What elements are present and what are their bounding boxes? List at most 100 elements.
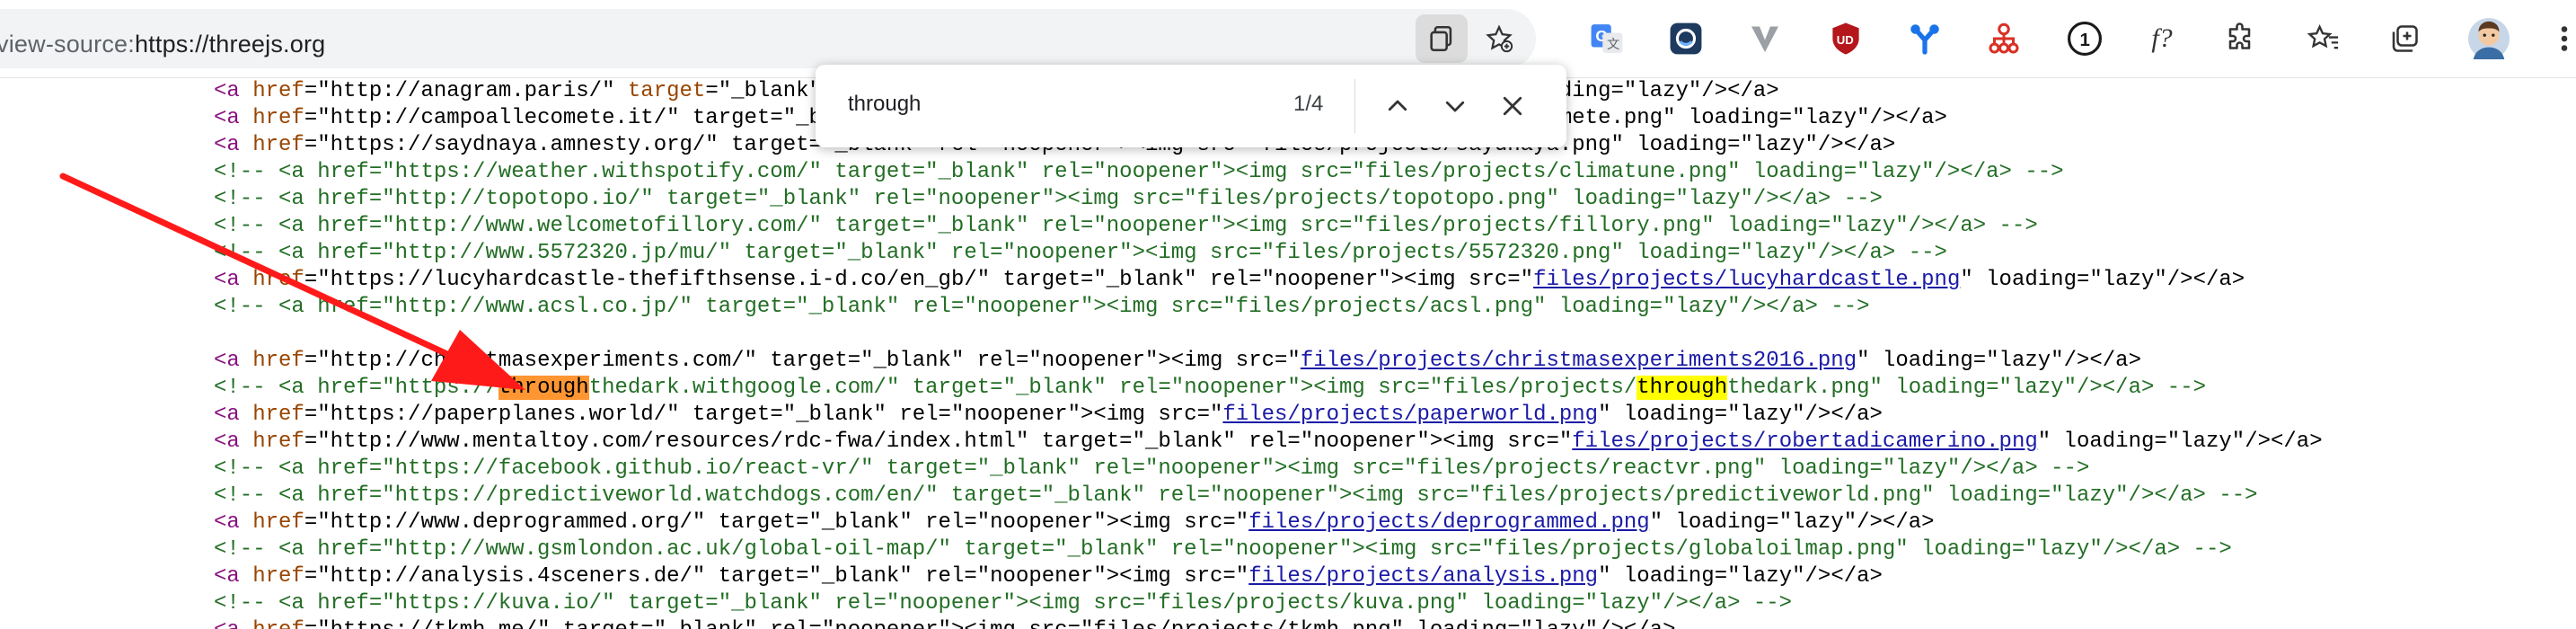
source-token: <a (214, 564, 253, 589)
source-link[interactable]: files/projects/deprogrammed.png (1248, 510, 1649, 535)
source-token: ="http://www.deprogrammed.org/" target="… (304, 510, 1249, 535)
source-token: <!-- <a href="http://www.gsmlondon.ac.uk… (214, 537, 2232, 562)
search-highlight: through (498, 376, 589, 400)
source-line: <!-- <a href="https://throughthedark.wit… (214, 375, 2206, 402)
source-line: <!-- <a href="https://predictiveworld.wa… (214, 483, 2258, 509)
source-token: <a (214, 618, 252, 629)
source-link[interactable]: files/projects/christmasexperiments2016.… (1301, 349, 1857, 373)
password-ext-text: 1 (2079, 30, 2089, 50)
source-token: href (252, 349, 304, 373)
source-token: href (252, 430, 304, 454)
source-token: href (252, 106, 304, 130)
source-token: " loading="lazy"/></a> (1857, 349, 2141, 373)
source-token: <a (214, 403, 253, 427)
find-match-count: 1/4 (1293, 92, 1324, 116)
source-line: <!-- <a href="http://www.gsmlondon.ac.uk… (214, 536, 2232, 563)
source-token: " loading="lazy"/></a> (2037, 430, 2323, 454)
source-token: " loading="lazy"/></a> (1598, 403, 1883, 427)
source-token: " loading="lazy"/></a> (1598, 564, 1883, 589)
source-token: <a (214, 510, 253, 535)
source-token: <!-- <a href="https://weather.withspotif… (214, 160, 2064, 184)
source-token: ="http://www.mentaltoy.com/resources/rdc… (304, 430, 1573, 454)
source-line: <!-- <a href="https://weather.withspotif… (214, 159, 2064, 186)
source-link[interactable]: files/projects/lucyhardcastle.png (1533, 268, 1960, 292)
source-token: ="https://tkmh.me/" target="_blank" rel=… (304, 618, 1676, 629)
source-token: href (252, 510, 304, 535)
source-line: <a href="http://www.deprogrammed.org/" t… (214, 509, 1935, 536)
source-line: <a href="https://tkmh.me/" target="_blan… (214, 617, 1675, 629)
more-icon[interactable] (2553, 20, 2576, 58)
address-url[interactable]: view-source:https://threejs.org (0, 31, 325, 58)
source-token: <a (214, 430, 253, 454)
source-view: <a href="http://anagram.paris/" target="… (0, 77, 2576, 629)
find-input[interactable] (848, 92, 1171, 117)
search-highlight: through (1636, 376, 1728, 400)
source-token: ="https://paperplanes.world/" target="_b… (304, 403, 1223, 427)
source-token: target (627, 79, 706, 103)
v-ext-icon[interactable] (1746, 20, 1784, 58)
source-line: <a href="https://paperplanes.world/" tar… (214, 402, 1883, 429)
source-token: thedark.png" loading="lazy"/></a> --> (1727, 376, 2206, 400)
source-token: ="https://lucyhardcastle-thefifthsense.i… (304, 268, 1534, 292)
shield-ext-icon[interactable]: UD (1827, 20, 1865, 58)
source-token: <!-- <a href="https://kuva.io/" target="… (214, 591, 1793, 616)
source-link[interactable]: files/projects/analysis.png (1248, 564, 1598, 589)
tree-ext-icon[interactable] (1985, 20, 2023, 58)
source-token: ="http://anagram.paris/" (304, 79, 628, 103)
source-token: <!-- <a href="https://facebook.github.io… (214, 456, 2090, 481)
close-icon[interactable] (1491, 84, 1534, 128)
source-line: <!-- <a href="https://facebook.github.io… (214, 456, 2089, 483)
source-token: href (252, 403, 304, 427)
chevron-up-icon[interactable] (1376, 84, 1419, 128)
url-host: https://threejs.org (134, 31, 326, 58)
source-token: <!-- <a href="http://topotopo.io/" targe… (214, 187, 1883, 211)
url-scheme: view-source: (0, 31, 135, 58)
source-token: <a (214, 133, 253, 157)
password-ext-icon[interactable]: 1 (2066, 20, 2104, 58)
favorite-add-icon[interactable] (1473, 14, 1525, 63)
source-token: thedark.withgoogle.com/" target="_blank"… (588, 376, 1637, 400)
source-token: href (252, 268, 304, 292)
source-token: <!-- <a href="http://www.5572320.jp/mu/"… (214, 241, 1947, 265)
source-token: ="http://christmasexperiments.com/" targ… (304, 349, 1301, 373)
source-line: <a href="https://lucyhardcastle-thefifth… (214, 267, 2245, 294)
source-token: <!-- <a href="http://www.welcometofillor… (214, 214, 2038, 238)
collections-icon[interactable] (2386, 20, 2423, 58)
find-bar: 1/4 (816, 65, 1566, 147)
puzzle-icon[interactable] (2222, 20, 2260, 58)
source-link[interactable]: files/projects/robertadicamerino.png (1572, 430, 2037, 454)
source-line: <a href="http://christmasexperiments.com… (214, 348, 2141, 375)
source-token: href (252, 79, 304, 103)
shield-ext-text: UD (1837, 33, 1854, 47)
address-bar[interactable]: view-source:https://threejs.org (0, 9, 1536, 68)
profile-avatar[interactable] (2468, 18, 2510, 59)
fx-ext-icon[interactable]: f? (2143, 20, 2181, 58)
favorites-icon[interactable] (2305, 20, 2342, 58)
source-line: <a href="http://analysis.4sceners.de/" t… (214, 563, 1883, 590)
svg-text:文: 文 (1607, 37, 1619, 52)
source-token: <a (214, 268, 253, 292)
circle-ext-icon[interactable] (1667, 20, 1705, 58)
source-token: <a (214, 349, 253, 373)
source-line: <!-- <a href="http://www.5572320.jp/mu/"… (214, 240, 1947, 267)
source-token: ="http://analysis.4sceners.de/" target="… (304, 564, 1249, 589)
source-line: <!-- <a href="http://www.welcometofillor… (214, 213, 2038, 240)
source-token: href (252, 133, 304, 157)
source-link[interactable]: files/projects/paperworld.png (1222, 403, 1598, 427)
source-token: <a (214, 106, 253, 130)
source-line: <!-- <a href="http://topotopo.io/" targe… (214, 186, 1883, 213)
source-token: " loading="lazy"/></a> (1649, 510, 1935, 535)
y-ext-icon[interactable] (1906, 20, 1944, 58)
copy-icon[interactable] (1416, 14, 1468, 63)
source-token: <!-- <a href="https:// (214, 376, 498, 400)
translate-icon[interactable]: G文 (1588, 20, 1626, 58)
source-line: <!-- <a href="https://kuva.io/" target="… (214, 590, 1792, 617)
source-token: <a (214, 79, 253, 103)
source-token: <!-- <a href="http://www.acsl.co.jp/" ta… (214, 295, 1870, 319)
source-line: <a href="http://www.mentaltoy.com/resour… (214, 429, 2323, 456)
source-token: href (252, 564, 304, 589)
source-token: " loading="lazy"/></a> (1960, 268, 2245, 292)
source-line: <!-- <a href="http://www.acsl.co.jp/" ta… (214, 294, 1870, 321)
source-token: <!-- <a href="https://predictiveworld.wa… (214, 483, 2258, 508)
chevron-down-icon[interactable] (1434, 84, 1477, 128)
